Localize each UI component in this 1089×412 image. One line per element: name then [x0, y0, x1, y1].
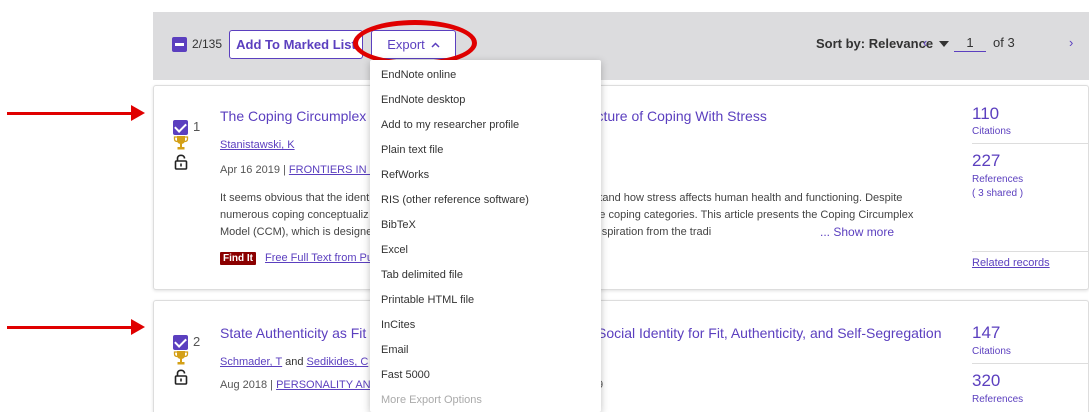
references-label[interactable]: References	[972, 394, 1023, 405]
references-label[interactable]: References	[972, 174, 1023, 185]
trophy-icon	[173, 136, 189, 150]
trophy-icon	[173, 351, 189, 365]
export-bibtex[interactable]: BibTeX	[381, 219, 416, 231]
page-total: of 3	[993, 35, 1015, 50]
divider	[972, 143, 1089, 144]
export-incites[interactable]: InCites	[381, 319, 415, 331]
record-title-part2: ructure of Coping With Stress	[584, 108, 767, 124]
page-number-input[interactable]	[954, 34, 986, 52]
export-endnote-desktop[interactable]: EndNote desktop	[381, 94, 465, 106]
record-checkbox[interactable]	[173, 120, 188, 135]
record-meta: Aug 2018 | PERSONALITY AND S 9	[220, 379, 603, 391]
record-number: 2	[193, 334, 201, 349]
author-link[interactable]: Sedikides, C	[307, 356, 369, 368]
export-refworks[interactable]: RefWorks	[381, 169, 429, 181]
record-card: 1 The Coping Circumplex M ructure of Cop…	[153, 85, 1089, 290]
references-count[interactable]: 320	[972, 371, 1000, 391]
record-title[interactable]: State Authenticity as Fit Social Identit…	[220, 325, 941, 341]
abstract-text: Model (CCM), which is designed	[220, 226, 379, 238]
show-more-link[interactable]: ... Show more	[820, 224, 894, 241]
record-card: 2 State Authenticity as Fit Social Ident…	[153, 300, 1089, 412]
abstract-text: g inspiration from the tradi	[584, 226, 712, 238]
export-researcher-profile[interactable]: Add to my researcher profile	[381, 119, 519, 131]
citations-label[interactable]: Citations	[972, 126, 1011, 137]
abstract-text: core coping categories. This article pre…	[584, 209, 914, 221]
abstract-text: erstand how stress affects human health …	[584, 192, 903, 204]
lock-open-icon	[174, 369, 188, 385]
divider	[972, 251, 1089, 252]
annotation-arrow-1	[7, 105, 145, 121]
results-toolbar: 2/135 Add To Marked List Export Sort by:…	[153, 12, 1089, 80]
export-button[interactable]: Export	[371, 30, 456, 59]
caret-down-icon	[939, 40, 950, 47]
export-printable-html[interactable]: Printable HTML file	[381, 294, 474, 306]
record-title-part1: The Coping Circumplex M	[220, 108, 382, 124]
authors: Schmader, Tand Sedikides, C	[220, 356, 368, 368]
citations-count[interactable]: 110	[972, 104, 999, 124]
record-checkbox[interactable]	[173, 335, 188, 350]
citations-label[interactable]: Citations	[972, 346, 1011, 357]
record-title-part1: State Authenticity as Fit	[220, 325, 367, 341]
add-to-marked-list-label: Add To Marked List	[236, 37, 356, 52]
publication-date: Aug 2018 |	[220, 379, 277, 391]
references-count[interactable]: 227	[972, 151, 1000, 171]
add-to-marked-list-button[interactable]: Add To Marked List	[229, 30, 363, 59]
publication-date: Apr 16 2019 |	[220, 164, 289, 176]
chevron-up-icon	[431, 41, 440, 48]
authors-and: and	[285, 356, 304, 368]
shared-references[interactable]: ( 3 shared )	[972, 188, 1023, 199]
export-menu: EndNote online EndNote desktop Add to my…	[370, 60, 601, 412]
author-link[interactable]: Schmader, T	[220, 356, 282, 368]
export-ris[interactable]: RIS (other reference software)	[381, 194, 529, 206]
export-tab-delimited[interactable]: Tab delimited file	[381, 269, 463, 281]
record-title-part2: Social Identity for Fit, Authenticity, a…	[597, 325, 942, 341]
sort-dropdown[interactable]: Sort by: Relevance	[816, 36, 950, 51]
author-link[interactable]: Stanistawski, K	[220, 139, 295, 151]
related-records-link[interactable]: Related records	[972, 257, 1050, 269]
annotation-arrow-2	[7, 319, 145, 335]
record-title[interactable]: The Coping Circumplex M ructure of Copin…	[220, 108, 767, 124]
record-meta: Apr 16 2019 | FRONTIERS IN PSY	[220, 164, 392, 176]
export-plain-text[interactable]: Plain text file	[381, 144, 443, 156]
export-fast-5000[interactable]: Fast 5000	[381, 369, 430, 381]
sort-label: Sort by: Relevance	[816, 36, 934, 51]
abstract-text: numerous coping conceptualiz	[220, 209, 369, 221]
divider	[972, 363, 1089, 364]
export-more-options: More Export Options	[381, 394, 482, 406]
abstract-text: It seems obvious that the identi	[220, 192, 372, 204]
export-email[interactable]: Email	[381, 344, 409, 356]
export-label: Export	[387, 37, 425, 52]
record-number: 1	[193, 119, 201, 134]
free-full-text-link[interactable]: Free Full Text from Pul	[265, 252, 375, 264]
find-it-badge[interactable]: Find It	[220, 252, 256, 265]
selected-count: 2/135	[192, 37, 223, 51]
lock-open-icon	[174, 154, 188, 170]
citations-count[interactable]: 147	[972, 323, 1000, 343]
prev-page-icon[interactable]: ‹	[923, 35, 927, 50]
next-page-icon[interactable]: ›	[1069, 35, 1073, 50]
export-excel[interactable]: Excel	[381, 244, 408, 256]
export-endnote-online[interactable]: EndNote online	[381, 69, 456, 81]
select-all-checkbox[interactable]	[172, 37, 187, 52]
